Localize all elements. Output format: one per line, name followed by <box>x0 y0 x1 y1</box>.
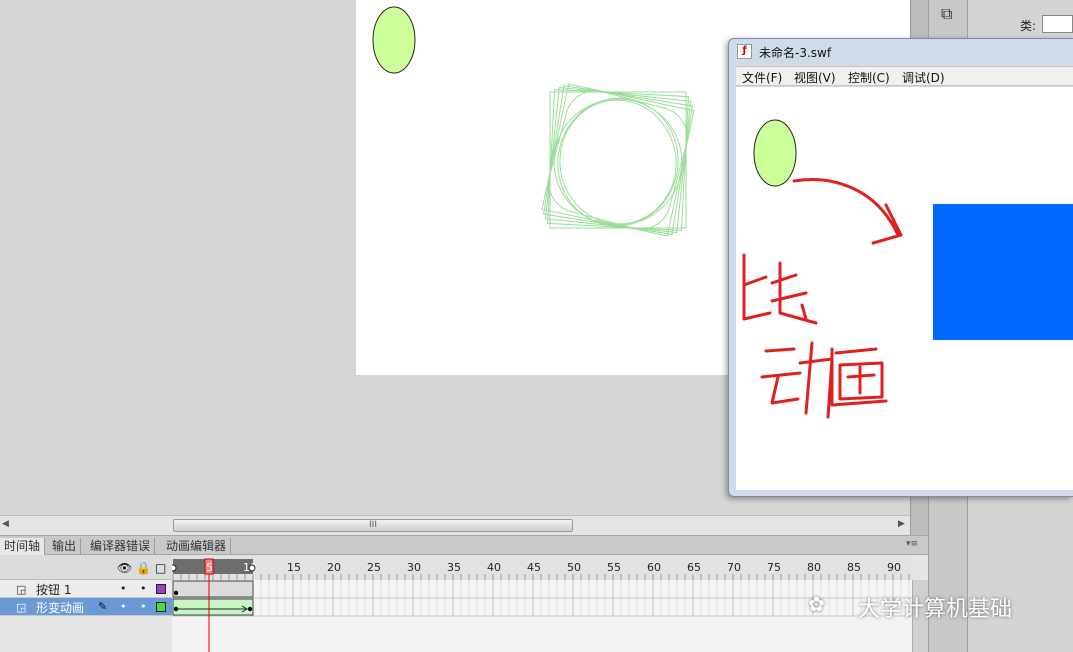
ruler-label: 30 <box>407 561 421 574</box>
menu-debug[interactable]: 调试(D) <box>902 69 945 86</box>
timeline-layer-header: 👁 🔒 □ <box>0 555 172 580</box>
horizontal-scrollbar[interactable]: ◀ III ▶ <box>0 515 910 535</box>
eye-icon[interactable]: 👁 <box>117 561 132 575</box>
player-canvas[interactable] <box>736 87 1073 490</box>
scroll-right-arrow-icon[interactable]: ▶ <box>898 519 905 529</box>
layer-name[interactable]: 按钮 1 <box>36 581 71 598</box>
ruler-label: 80 <box>807 561 821 574</box>
flash-file-icon: ƒ <box>737 44 752 59</box>
player-menubar: 文件(F) 视图(V) 控制(C) 调试(D) <box>736 66 1073 86</box>
watermark-text: 大学计算机基础 <box>858 597 1013 622</box>
ruler-label: 40 <box>487 561 501 574</box>
layer-row-shape-tween[interactable]: ◲ 形变动画 ✎ • • <box>0 598 172 616</box>
layer-icon: ◲ <box>16 601 27 614</box>
components-icon[interactable]: ⧉ <box>941 4 952 24</box>
annotation-char-dong <box>760 341 834 419</box>
shape-tween-onion-skin <box>541 83 695 237</box>
playhead-label: 5 <box>206 561 213 574</box>
scroll-thumb[interactable]: III <box>173 519 573 532</box>
stage-start-ellipse <box>372 6 416 74</box>
layer-color-swatch[interactable] <box>156 602 166 612</box>
player-graphics <box>742 119 1073 419</box>
lock-dot-icon[interactable]: • <box>140 582 147 595</box>
player-ellipse <box>753 119 797 187</box>
class-input[interactable] <box>1042 15 1073 33</box>
keyframe-dot <box>247 606 253 612</box>
onion-skin-marker <box>248 564 256 572</box>
handwritten-annotation <box>742 178 903 419</box>
keyframe-dot <box>173 590 179 596</box>
visibility-dot-icon[interactable]: • <box>120 582 127 595</box>
pencil-icon: ✎ <box>98 600 108 613</box>
ruler-label: 65 <box>687 561 701 574</box>
layer-name[interactable]: 形变动画 <box>36 599 84 616</box>
menu-control[interactable]: 控制(C) <box>848 69 890 86</box>
tab-motion-editor[interactable]: 动画编辑器 <box>162 538 232 555</box>
annotation-arrowhead <box>871 203 903 245</box>
wechat-icon: ✿ <box>808 592 825 616</box>
layer-row-button[interactable]: ◲ 按钮 1 • • <box>0 580 172 598</box>
ruler-label: 45 <box>527 561 541 574</box>
panel-tabs: 时间轴 输出 编译器错误 动画编辑器 ▾≡ <box>0 535 928 555</box>
visibility-dot-icon[interactable]: • <box>120 600 127 613</box>
lock-icon[interactable]: 🔒 <box>136 561 151 575</box>
tab-timeline[interactable]: 时间轴 <box>0 538 46 555</box>
ruler-label: 55 <box>607 561 621 574</box>
ruler-label: 20 <box>327 561 341 574</box>
ruler-label: 85 <box>847 561 861 574</box>
scroll-left-arrow-icon[interactable]: ◀ <box>2 519 9 529</box>
menu-file[interactable]: 文件(F) <box>742 69 782 86</box>
shape-tween-span <box>172 598 254 616</box>
ruler-label: 50 <box>567 561 581 574</box>
layer-color-swatch[interactable] <box>156 584 166 594</box>
ruler-label: 60 <box>647 561 661 574</box>
ruler-label: 90 <box>887 561 901 574</box>
annotation-char-dian <box>742 253 818 325</box>
tab-output[interactable]: 输出 <box>48 538 82 555</box>
class-label: 类: <box>1020 19 1037 33</box>
ruler-label: 15 <box>287 561 301 574</box>
panel-menu-icon[interactable]: ▾≡ <box>906 539 918 549</box>
layer-icon: ◲ <box>16 583 27 596</box>
outline-icon[interactable]: □ <box>155 561 166 575</box>
keyframe-dot <box>173 606 179 612</box>
layer1-frame-span <box>172 580 254 598</box>
ruler-label: 35 <box>447 561 461 574</box>
player-blue-square <box>933 204 1073 340</box>
lock-dot-icon[interactable]: • <box>140 600 147 613</box>
tab-compiler-errors[interactable]: 编译器错误 <box>86 538 156 555</box>
frames-grid[interactable]: 15202530354045505560657075808590105 <box>172 555 912 652</box>
menu-view[interactable]: 视图(V) <box>794 69 836 86</box>
ruler-label: 25 <box>367 561 381 574</box>
ruler-label: 70 <box>727 561 741 574</box>
timeline-frames[interactable]: 15202530354045505560657075808590105 <box>172 555 912 652</box>
annotation-char-hua <box>830 347 888 407</box>
onion-skin-marker <box>172 564 177 572</box>
ruler-label: 75 <box>767 561 781 574</box>
annotation-arrow <box>792 178 900 237</box>
player-title: 未命名-3.swf <box>759 46 832 60</box>
